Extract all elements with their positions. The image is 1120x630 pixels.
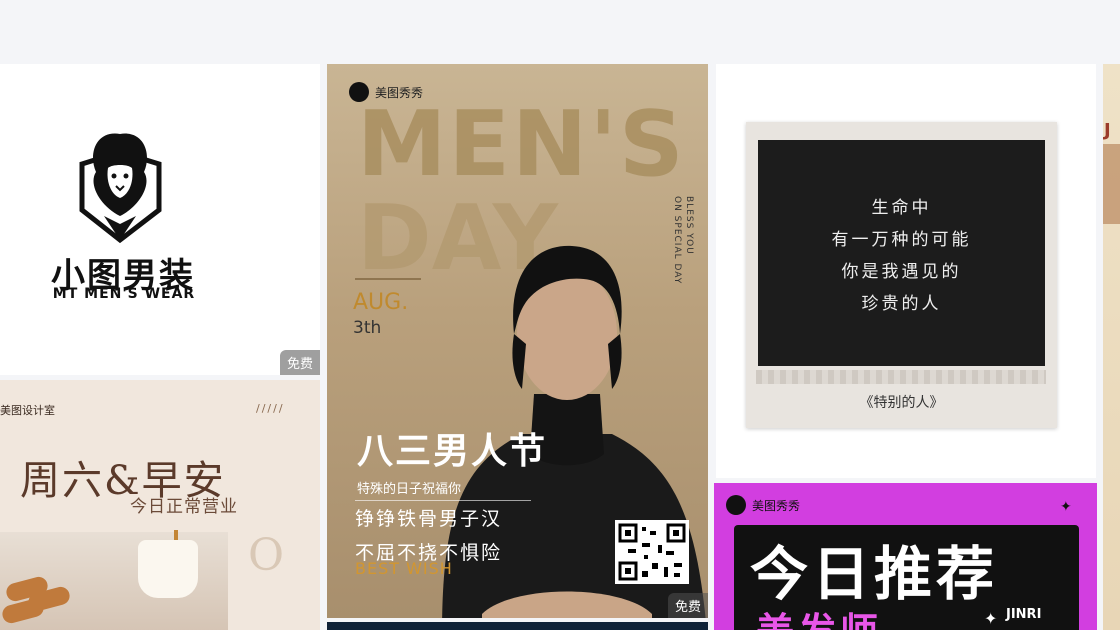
partial-artwork [1103,144,1120,224]
date-day: 3th [353,318,382,338]
brand-label: 美图秀秀 [752,498,801,513]
brand-name-en: MT MEN'S WEAR [52,286,196,302]
polaroid-caption: 《特别的人》 [859,395,944,411]
film-strip [756,370,1046,384]
poster-subtitle: 美发师 [756,601,882,630]
lion-logo-icon [79,133,162,244]
poem-line-3: 你是我遇见的 [841,262,962,282]
decorative-slashes: ///// [256,402,285,415]
headline-mens: MEN'S [357,92,686,197]
blackboard: 生命中 有一万种的可能 你是我遇见的 珍贵的人 [758,140,1045,366]
divider [355,500,531,501]
decorative-letter: O [248,530,285,581]
meitu-logo-icon [726,495,746,515]
divider [355,278,421,280]
next-card-edge[interactable] [327,622,708,630]
template-card-polaroid-quote[interactable]: 生命中 有一万种的可能 你是我遇见的 珍贵的人 《特别的人》 [716,64,1096,478]
poem-line-2: 有一万种的可能 [831,230,972,250]
poem-line-4: 珍贵的人 [861,294,942,314]
partial-letter: J [1104,120,1111,141]
polaroid-frame: 生命中 有一万种的可能 你是我遇见的 珍贵的人 《特别的人》 [746,122,1057,428]
sparkle-icon: ✦ [984,609,998,628]
template-card-today-recommend[interactable]: 美图秀秀 ✦ 今日推荐 美发师 ✦ JINRI [714,483,1097,630]
free-badge: 免费 [279,350,320,375]
template-card-mens-day[interactable]: 美图秀秀 MEN'S DAY AUG. 3th BLESS YOU ON SPE… [327,64,708,618]
poster-subtitle: 今日正常营业 [130,497,238,517]
template-card-weekend-greeting[interactable]: 美图设计室 ///// 周六&早安 今日正常营业 O [0,380,320,630]
wish-line-1: 特殊的日子祝福你 [357,482,462,497]
top-bar [0,0,1120,64]
tag-label: JINRI [1006,607,1042,622]
poster-title: 八三男人节 [357,431,548,472]
brand-header: 美图秀秀 [726,495,800,515]
cookie-shape [0,596,46,626]
sparkle-icon: ✦ [1060,499,1072,515]
wish-line-2: 铮铮铁骨男子汉 [355,508,503,530]
template-card-partial[interactable]: J [1103,64,1120,630]
cup-shape [138,540,198,598]
date-month: AUG. [353,290,409,315]
template-card-mens-wear-logo[interactable]: 小图男装 MT MEN'S WEAR 免费 [0,64,320,375]
poster-title: 今日推荐 [750,540,999,608]
studio-label: 美图设计室 [0,404,55,417]
poem-line-1: 生命中 [871,198,932,218]
poem-text: 生命中 有一万种的可能 你是我遇见的 珍贵的人 [758,192,1045,320]
best-wish-label: BEST WISH [355,559,453,578]
free-badge: 免费 [667,593,708,618]
qr-code-icon [615,520,689,584]
